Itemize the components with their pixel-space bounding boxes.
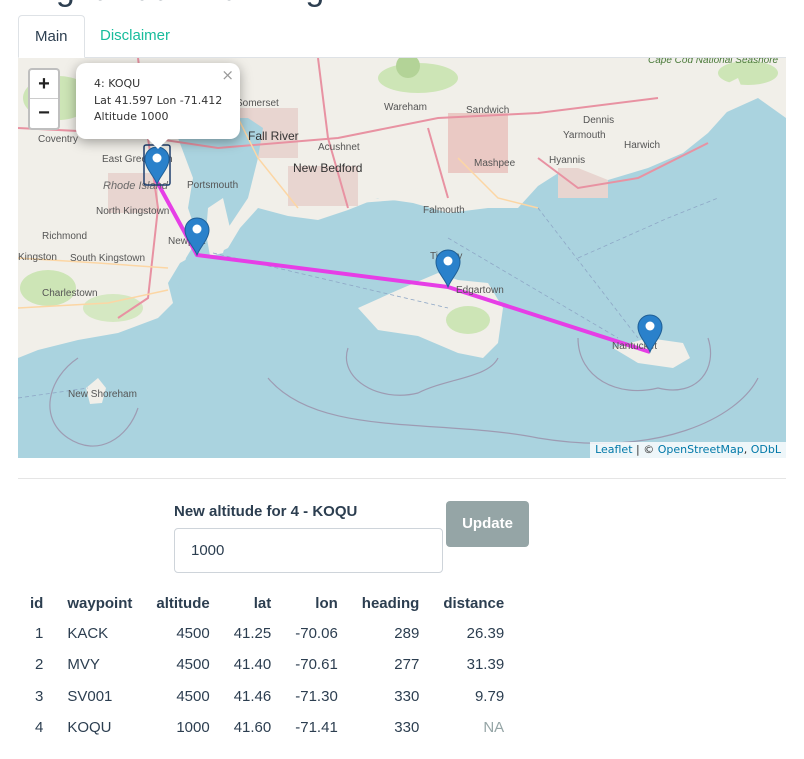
cell-lon: -71.41 <box>295 719 338 737</box>
odbl-link[interactable]: ODbL <box>751 443 781 456</box>
place-label: New Shoreham <box>68 389 137 400</box>
cell-lat: 41.25 <box>233 625 272 643</box>
table-row[interactable]: 4 KOQU 1000 41.60 -71.41 330 NA <box>18 712 516 743</box>
place-label: Sandwich <box>466 105 509 116</box>
cell-distance: 26.39 <box>466 625 505 643</box>
cell-heading: 330 <box>394 719 420 737</box>
tab-disclaimer[interactable]: Disclaimer <box>84 15 186 58</box>
attribution-comma: , <box>743 443 751 456</box>
cell-distance: NA <box>483 719 505 737</box>
cell-waypoint: MVY <box>67 656 100 674</box>
tab-main[interactable]: Main <box>18 15 85 58</box>
cell-id: 4 <box>35 719 44 737</box>
place-label: New Bedford <box>293 161 362 175</box>
col-header-heading[interactable]: heading <box>350 588 432 618</box>
cell-lon: -70.61 <box>295 656 338 674</box>
waypoint-table: id waypoint altitude lat lon heading dis… <box>18 588 516 743</box>
cell-distance: 9.79 <box>474 687 505 705</box>
place-label: Fall River <box>248 129 299 143</box>
cell-heading: 330 <box>394 687 420 705</box>
close-icon[interactable]: × <box>221 66 234 84</box>
place-label: Wareham <box>384 102 427 113</box>
col-header-lat[interactable]: lat <box>222 588 284 618</box>
cell-distance: 31.39 <box>466 656 505 674</box>
cell-lon: -70.06 <box>295 625 338 643</box>
map[interactable]: Somerset Wareham Sandwich Dennis Yarmout… <box>18 58 786 458</box>
place-label: North Kingstown <box>96 206 169 217</box>
place-label: Hyannis <box>549 155 585 166</box>
zoom-in-button[interactable]: + <box>30 70 58 99</box>
cell-lat: 41.46 <box>233 687 272 705</box>
osm-link[interactable]: OpenStreetMap <box>658 443 744 456</box>
place-label: Harwich <box>624 140 660 151</box>
place-label: Yarmouth <box>563 130 606 141</box>
table-row[interactable]: 1 KACK 4500 41.25 -70.06 289 26.39 <box>18 618 516 649</box>
zoom-out-button[interactable]: − <box>30 99 58 128</box>
table-row[interactable]: 3 SV001 4500 41.46 -71.30 330 9.79 <box>18 681 516 712</box>
waypoint-popup: × 4: KOQU Lat 41.597 Lon -71.412 Altitud… <box>76 63 240 149</box>
place-label: Edgartown <box>456 285 504 296</box>
popup-tip <box>148 139 168 149</box>
cell-waypoint: KOQU <box>67 719 112 737</box>
cell-waypoint: SV001 <box>67 687 113 705</box>
altitude-label: New altitude for 4 - KOQU <box>174 503 358 520</box>
cell-id: 1 <box>35 625 44 643</box>
place-label: Portsmouth <box>187 180 238 191</box>
cell-heading: 277 <box>394 656 420 674</box>
cell-altitude: 1000 <box>176 719 210 737</box>
cell-lat: 41.60 <box>233 719 272 737</box>
tab-bar: Main Disclaimer <box>18 15 786 58</box>
attribution-separator: | © <box>632 443 658 456</box>
page-title: Flight Path Planning <box>20 0 324 9</box>
col-header-altitude[interactable]: altitude <box>144 588 221 618</box>
cell-id: 2 <box>35 656 44 674</box>
zoom-control: + − <box>28 68 60 130</box>
place-label: Richmond <box>42 231 87 242</box>
popup-altitude: Altitude 1000 <box>94 110 169 123</box>
cell-altitude: 4500 <box>176 625 210 643</box>
col-header-waypoint[interactable]: waypoint <box>55 588 144 618</box>
altitude-input[interactable]: 1000 <box>174 528 443 573</box>
update-button[interactable]: Update <box>446 501 529 547</box>
cell-heading: 289 <box>394 625 420 643</box>
place-label: Falmouth <box>423 205 465 216</box>
leaflet-link[interactable]: Leaflet <box>595 443 632 456</box>
place-label: Dennis <box>583 115 614 126</box>
col-header-id[interactable]: id <box>18 588 55 618</box>
cell-id: 3 <box>35 687 44 705</box>
place-label: Acushnet <box>318 142 360 153</box>
place-label: Cape Cod National Seashore <box>648 58 779 66</box>
col-header-distance[interactable]: distance <box>431 588 516 618</box>
cell-lon: -71.30 <box>295 687 338 705</box>
popup-coordinates: Lat 41.597 Lon -71.412 <box>94 93 223 107</box>
place-label: Kingston <box>18 252 57 263</box>
place-label: Somerset <box>236 98 279 109</box>
cell-altitude: 4500 <box>176 656 210 674</box>
cell-lat: 41.40 <box>233 656 272 674</box>
place-label: South Kingstown <box>70 253 145 264</box>
divider <box>18 478 786 479</box>
place-label: Rhode Island <box>103 180 169 192</box>
map-attribution: Leaflet | © OpenStreetMap, ODbL <box>590 442 786 458</box>
cell-waypoint: KACK <box>67 625 109 643</box>
table-header-row: id waypoint altitude lat lon heading dis… <box>18 588 516 618</box>
place-label: Charlestown <box>42 288 98 299</box>
place-label: Coventry <box>38 134 78 145</box>
cell-altitude: 4500 <box>176 687 210 705</box>
popup-title: 4: KOQU <box>94 77 141 90</box>
place-label: Mashpee <box>474 158 516 169</box>
col-header-lon[interactable]: lon <box>283 588 350 618</box>
table-row[interactable]: 2 MVY 4500 41.40 -70.61 277 31.39 <box>18 649 516 680</box>
